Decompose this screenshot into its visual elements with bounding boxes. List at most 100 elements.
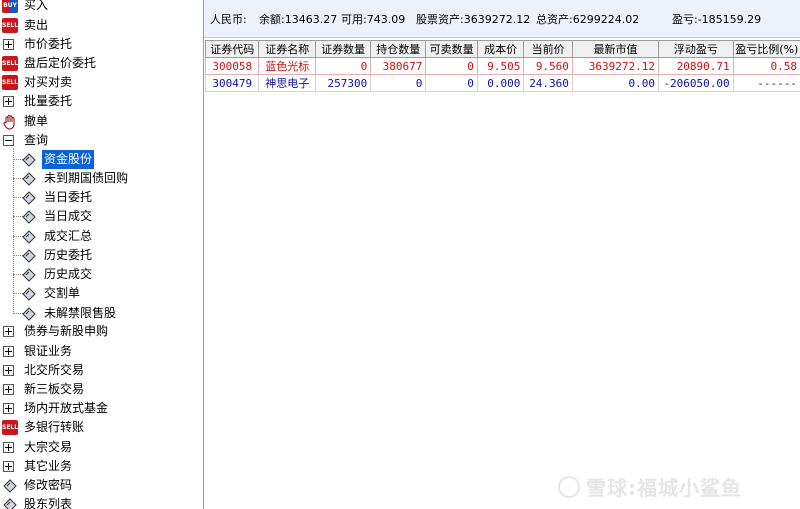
table-row[interactable]: 300479 神思电子 257300 0 0 0.000 24.360 0.00…	[204, 74, 800, 92]
expand-icon[interactable]	[3, 39, 14, 50]
expand-icon[interactable]	[3, 384, 14, 395]
balance-value: 余额:13463.27	[259, 13, 338, 26]
tree-item-history-orders[interactable]: 历史委托	[0, 246, 200, 265]
currency-label: 人民币:	[210, 13, 247, 26]
tree-item-after-hours-order[interactable]: SELL 盘后定价委托	[0, 54, 200, 73]
tree-item-label: 未解禁限售股	[44, 306, 117, 320]
diamond-icon	[22, 210, 36, 224]
tree-item-neeq-trading[interactable]: 新三板交易	[0, 380, 200, 399]
column-header[interactable]: 最新市值	[571, 40, 660, 58]
column-header[interactable]: 可卖数量	[425, 40, 478, 58]
tree-item-label: 查询	[24, 133, 49, 147]
table-row[interactable]: 300058 蓝色光标 0 380677 0 9.505 9.560 36392…	[204, 57, 800, 75]
tree-item-label: 大宗交易	[24, 440, 73, 454]
collapse-icon[interactable]	[3, 135, 14, 146]
pnl-ratio-cell: ------	[732, 74, 800, 92]
security-name-cell: 神思电子	[258, 74, 317, 92]
column-header[interactable]: 证券代码	[204, 40, 260, 58]
tree-item-label: 市价委托	[24, 37, 73, 51]
tree-item-block-trading[interactable]: 大宗交易	[0, 438, 200, 457]
tree-item-repo[interactable]: 未到期国债回购	[0, 169, 200, 188]
stock-assets-value: 股票资产:3639272.12	[416, 13, 531, 26]
position-cell: 380677	[370, 57, 427, 75]
tree-item-query[interactable]: 查询	[0, 131, 200, 150]
column-header[interactable]: 证券名称	[258, 40, 317, 58]
security-code-cell: 300479	[204, 74, 260, 92]
tree-item-listed-open-funds[interactable]: 场内开放式基金	[0, 399, 200, 418]
tree-item-history-trades[interactable]: 历史成交	[0, 265, 200, 284]
diamond-icon	[22, 249, 36, 263]
column-header[interactable]: 盈亏比例(%)	[732, 40, 800, 58]
tree-item-bonds-ipo[interactable]: 债券与新股申购	[0, 322, 200, 341]
tree-item-buy-sell[interactable]: SELL 对买对卖	[0, 73, 200, 92]
buy-sell-icon: SELL	[2, 75, 18, 90]
tree-item-label: 资金股份	[42, 150, 95, 169]
floating-pnl-cell: 20890.71	[658, 57, 734, 75]
pnl-ratio-cell: 0.58	[732, 57, 800, 75]
quantity-cell: 257300	[315, 74, 372, 92]
tree-item-label: 银证业务	[24, 344, 73, 358]
diamond-icon	[22, 191, 36, 205]
expand-icon[interactable]	[3, 461, 14, 472]
holdings-pane: 人民币: 余额:13463.27 可用:743.09 股票资产:3639272.…	[203, 0, 800, 509]
tree-item-label: 卖出	[24, 18, 49, 32]
tree-item-change-password[interactable]: 修改密码	[0, 476, 200, 495]
tree-item-multi-bank-transfer[interactable]: SELL 多银行转账	[0, 418, 200, 437]
tree-item-shareholder-list[interactable]: 股东列表	[0, 495, 200, 509]
pnl-value: 盈亏:-185159.29	[672, 13, 762, 26]
expand-icon[interactable]	[3, 326, 14, 337]
tree-item-restricted-shares[interactable]: 未解禁限售股	[0, 304, 200, 323]
column-header[interactable]: 浮动盈亏	[658, 40, 734, 58]
security-name-cell: 蓝色光标	[258, 57, 317, 75]
tree-item-buy[interactable]: BUY 买入	[0, 0, 200, 15]
tree-item-bse-trading[interactable]: 北交所交易	[0, 361, 200, 380]
tree-item-today-trades[interactable]: 当日成交	[0, 207, 200, 226]
tree-item-other-business[interactable]: 其它业务	[0, 457, 200, 476]
holdings-table: 证券代码 证券名称 证券数量 持仓数量 可卖数量 成本价 当前价 最新市值 浮动…	[204, 40, 800, 92]
sellable-cell: 0	[425, 74, 478, 92]
market-value-cell: 3639272.12	[571, 57, 660, 75]
tree-item-today-orders[interactable]: 当日委托	[0, 188, 200, 207]
diamond-icon	[22, 268, 36, 282]
position-cell: 0	[370, 74, 427, 92]
diamond-icon	[22, 172, 36, 186]
tree-item-market-order[interactable]: 市价委托	[0, 35, 200, 54]
tree-item-label: 买入	[24, 0, 49, 12]
diamond-icon	[22, 307, 36, 321]
tree-item-label: 场内开放式基金	[24, 401, 109, 415]
tree-item-trade-summary[interactable]: 成交汇总	[0, 227, 200, 246]
tree-item-cancel-order[interactable]: 撤单	[0, 112, 200, 131]
expand-icon[interactable]	[3, 346, 14, 357]
expand-icon[interactable]	[3, 442, 14, 453]
trading-window: BUY 买入 SELL 卖出 市价委托 SELL 盘后定价委托 SELL 对买对…	[0, 0, 800, 509]
sell-icon: SELL	[2, 420, 18, 435]
column-header[interactable]: 持仓数量	[370, 40, 427, 58]
tree-item-label: 历史委托	[44, 248, 93, 262]
sell-icon: SELL	[2, 56, 18, 71]
account-summary: 人民币: 余额:13463.27 可用:743.09 股票资产:3639272.…	[204, 0, 800, 38]
diamond-icon	[22, 287, 36, 301]
tree-item-label: 其它业务	[24, 459, 73, 473]
tree-item-batch-order[interactable]: 批量委托	[0, 92, 200, 111]
tree-item-label: 盘后定价委托	[24, 56, 97, 70]
total-assets-value: 总资产:6299224.02	[536, 13, 640, 26]
tree-item-label: 北交所交易	[24, 363, 85, 377]
sell-icon: SELL	[2, 18, 18, 33]
tree-item-delivery-slip[interactable]: 交割单	[0, 284, 200, 303]
column-header[interactable]: 证券数量	[315, 40, 372, 58]
tree-item-funds-shares[interactable]: 资金股份	[0, 150, 200, 169]
table-header-row: 证券代码 证券名称 证券数量 持仓数量 可卖数量 成本价 当前价 最新市值 浮动…	[204, 40, 800, 58]
tree-item-label: 修改密码	[24, 478, 73, 492]
watermark: 雪球:福城小鲨鱼	[558, 472, 742, 501]
expand-icon[interactable]	[3, 96, 14, 107]
expand-icon[interactable]	[3, 365, 14, 376]
tree-item-label: 当日委托	[44, 190, 93, 204]
column-header[interactable]: 成本价	[476, 40, 525, 58]
buy-icon: BUY	[2, 0, 18, 13]
expand-icon[interactable]	[3, 403, 14, 414]
tree-item-bank-securities[interactable]: 银证业务	[0, 342, 200, 361]
tree-item-sell[interactable]: SELL 卖出	[0, 16, 200, 35]
tree-item-label: 批量委托	[24, 94, 73, 108]
column-header[interactable]: 当前价	[523, 40, 573, 58]
tree-item-label: 历史成交	[44, 267, 93, 281]
